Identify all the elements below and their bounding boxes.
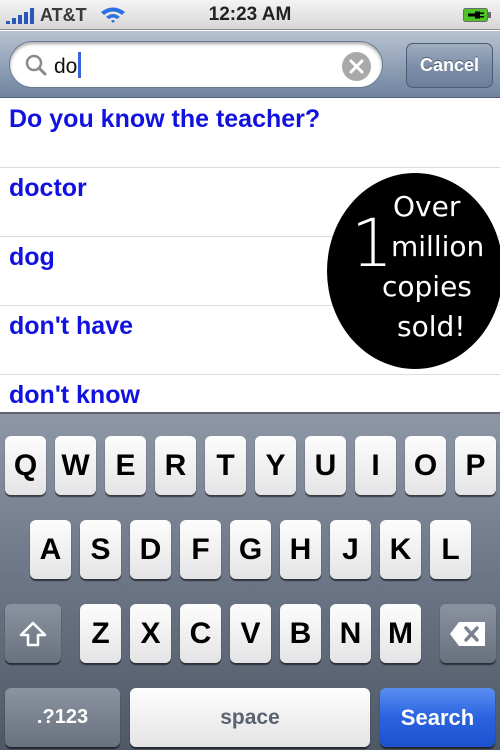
status-bar: AT&T 12:23 AM — [0, 0, 500, 30]
key-k[interactable]: K — [380, 520, 421, 579]
numbers-key[interactable]: .?123 — [5, 688, 120, 747]
key-i[interactable]: I — [355, 436, 396, 495]
cancel-button[interactable]: Cancel — [406, 43, 493, 88]
key-r[interactable]: R — [155, 436, 196, 495]
key-p[interactable]: P — [455, 436, 496, 495]
key-h[interactable]: H — [280, 520, 321, 579]
clear-icon — [349, 59, 364, 74]
key-w[interactable]: W — [55, 436, 96, 495]
promo-text-line: Over — [393, 190, 461, 223]
key-m[interactable]: M — [380, 604, 421, 663]
search-icon — [25, 54, 47, 76]
search-query[interactable]: do — [54, 52, 82, 79]
key-f[interactable]: F — [180, 520, 221, 579]
key-x[interactable]: X — [130, 604, 171, 663]
shift-key[interactable] — [5, 604, 61, 663]
promo-text-line: copies — [382, 270, 472, 303]
result-item[interactable]: don't know — [0, 375, 500, 412]
key-b[interactable]: B — [280, 604, 321, 663]
key-d[interactable]: D — [130, 520, 171, 579]
promo-text-line: million — [391, 230, 485, 263]
key-g[interactable]: G — [230, 520, 271, 579]
key-o[interactable]: O — [405, 436, 446, 495]
key-n[interactable]: N — [330, 604, 371, 663]
key-z[interactable]: Z — [80, 604, 121, 663]
space-key[interactable]: space — [130, 688, 370, 747]
key-v[interactable]: V — [230, 604, 271, 663]
promo-badge: 1 Over million copies sold! — [327, 173, 500, 369]
key-s[interactable]: S — [80, 520, 121, 579]
key-e[interactable]: E — [105, 436, 146, 495]
result-item[interactable]: Do you know the teacher? — [0, 99, 500, 168]
promo-number: 1 — [351, 205, 393, 282]
key-l[interactable]: L — [430, 520, 471, 579]
key-u[interactable]: U — [305, 436, 346, 495]
backspace-key[interactable] — [440, 604, 496, 663]
search-key[interactable]: Search — [380, 688, 495, 747]
clear-search-button[interactable] — [342, 52, 371, 81]
clock: 12:23 AM — [208, 4, 292, 25]
backspace-icon — [450, 622, 485, 646]
key-a[interactable]: A — [30, 520, 71, 579]
key-y[interactable]: Y — [255, 436, 296, 495]
key-c[interactable]: C — [180, 604, 221, 663]
text-caret — [78, 52, 82, 78]
battery-charging-icon — [463, 8, 491, 22]
promo-text-line: sold! — [397, 310, 466, 343]
shift-icon — [19, 621, 47, 647]
keyboard: Q W E R T Y U I O P A S D F G H J K L Z … — [0, 412, 500, 750]
search-bar: do Cancel — [0, 31, 500, 98]
key-j[interactable]: J — [330, 520, 371, 579]
key-q[interactable]: Q — [5, 436, 46, 495]
key-t[interactable]: T — [205, 436, 246, 495]
search-input[interactable]: do — [9, 41, 383, 88]
